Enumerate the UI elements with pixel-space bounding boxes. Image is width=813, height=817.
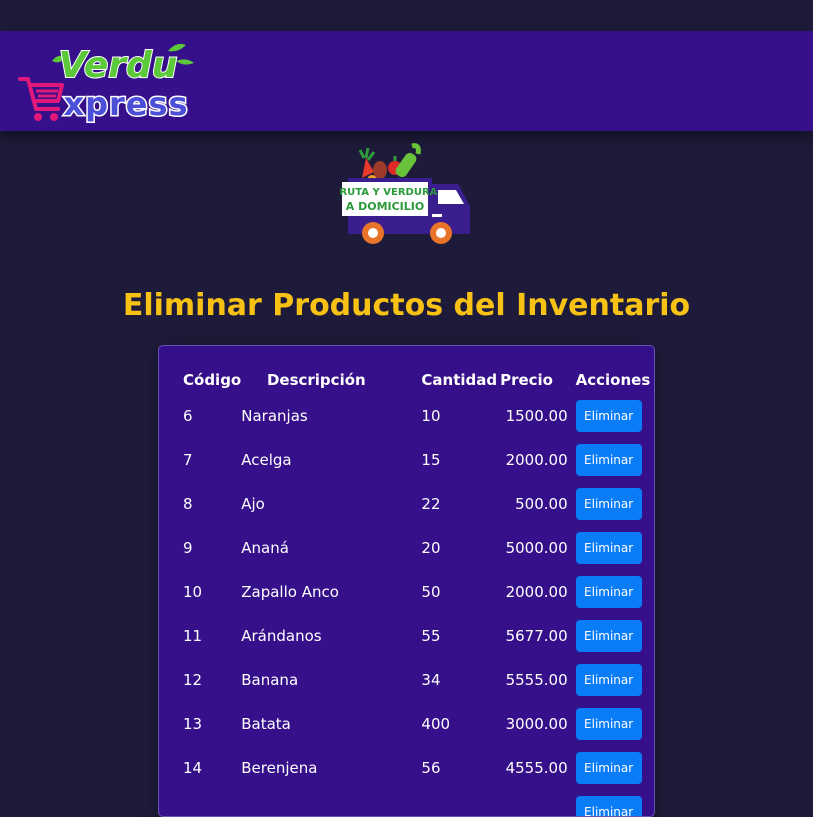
- cell-description: Naranjas: [241, 407, 308, 425]
- cell-price: 500.00: [515, 495, 568, 513]
- cell-code: 8: [183, 495, 193, 513]
- cell-actions: Eliminar: [575, 790, 654, 816]
- cell-description: Ajo: [241, 495, 265, 513]
- delete-button[interactable]: Eliminar: [575, 400, 642, 432]
- cell-price: 2000.00: [505, 451, 568, 469]
- cell-code: 9: [183, 539, 193, 557]
- top-strip: [0, 0, 813, 31]
- page-title: Eliminar Productos del Inventario: [122, 288, 691, 323]
- cell-actions: Eliminar: [575, 394, 654, 438]
- site-header: Verdu xpress: [0, 31, 813, 131]
- cell-actions: Eliminar: [575, 438, 654, 482]
- table-header-row: Código Descripción Cantidad Precio Accio…: [179, 366, 654, 394]
- svg-text:A DOMICILIO: A DOMICILIO: [346, 200, 424, 213]
- cell-description: Banana: [241, 671, 299, 689]
- cell-actions: Eliminar: [575, 658, 654, 702]
- cell-description: Berenjena: [241, 759, 318, 777]
- cell-quantity: [421, 790, 500, 816]
- cell-description: [241, 790, 421, 816]
- delivery-truck-image: FRUTA Y VERDURA A DOMICILIO: [340, 143, 470, 244]
- cell-price: 4555.00: [505, 759, 568, 777]
- table-row: 9 Ananá 20 5000.00 Eliminar: [179, 526, 654, 570]
- table-row: 14 Berenjena 56 4555.00 Eliminar: [179, 746, 654, 790]
- table-row: 13 Batata 400 3000.00 Eliminar: [179, 702, 654, 746]
- cell-quantity: 34: [421, 671, 441, 689]
- table-row: 8 Ajo 22 500.00 Eliminar: [179, 482, 654, 526]
- svg-text:FRUTA Y VERDURA: FRUTA Y VERDURA: [340, 187, 438, 198]
- cell-description: Ananá: [241, 539, 289, 557]
- cell-code: 14: [183, 759, 203, 777]
- delete-button[interactable]: Eliminar: [575, 444, 642, 476]
- delete-button[interactable]: Eliminar: [575, 576, 642, 608]
- header-actions: Acciones: [575, 371, 651, 389]
- inventory-card: Código Descripción Cantidad Precio Accio…: [158, 345, 655, 817]
- cell-quantity: 56: [421, 759, 441, 777]
- header-price: Precio: [500, 371, 553, 389]
- cell-quantity: 20: [421, 539, 441, 557]
- cell-quantity: 400: [421, 715, 451, 733]
- svg-text:Verdu: Verdu: [59, 45, 178, 86]
- table-row: Eliminar: [179, 790, 654, 816]
- cell-actions: Eliminar: [575, 702, 654, 746]
- cell-code: 10: [183, 583, 203, 601]
- cell-code: 7: [183, 451, 193, 469]
- table-row: 7 Acelga 15 2000.00 Eliminar: [179, 438, 654, 482]
- table-row: 6 Naranjas 10 1500.00 Eliminar: [179, 394, 654, 438]
- cell-price: 5677.00: [505, 627, 568, 645]
- svg-text:xpress: xpress: [63, 85, 188, 123]
- cell-description: Zapallo Anco: [241, 583, 339, 601]
- table-row: 10 Zapallo Anco 50 2000.00 Eliminar: [179, 570, 654, 614]
- delete-button[interactable]: Eliminar: [575, 708, 642, 740]
- cell-quantity: 10: [421, 407, 441, 425]
- cell-price: 5000.00: [505, 539, 568, 557]
- header-description: Descripción: [266, 371, 366, 389]
- cell-code: 6: [183, 407, 193, 425]
- cell-quantity: 15: [421, 451, 441, 469]
- cell-quantity: 55: [421, 627, 441, 645]
- cell-actions: Eliminar: [575, 614, 654, 658]
- delete-button[interactable]: Eliminar: [575, 752, 642, 784]
- verduexpress-logo[interactable]: Verdu xpress: [18, 39, 200, 123]
- cell-actions: Eliminar: [575, 570, 654, 614]
- delete-button[interactable]: Eliminar: [575, 620, 642, 652]
- cell-quantity: 22: [421, 495, 441, 513]
- cell-price: 1500.00: [505, 407, 568, 425]
- table-row: 12 Banana 34 5555.00 Eliminar: [179, 658, 654, 702]
- cell-description: Batata: [241, 715, 291, 733]
- cell-price: 3000.00: [505, 715, 568, 733]
- cell-actions: Eliminar: [575, 746, 654, 790]
- cell-actions: Eliminar: [575, 482, 654, 526]
- cell-code: 11: [183, 627, 203, 645]
- inventory-table: Código Descripción Cantidad Precio Accio…: [179, 366, 654, 816]
- delete-button[interactable]: Eliminar: [575, 664, 642, 696]
- cell-price: 5555.00: [505, 671, 568, 689]
- cell-price: [500, 790, 576, 816]
- cell-description: Arándanos: [241, 627, 322, 645]
- shopping-cart-icon: [18, 77, 64, 121]
- cell-code: 12: [183, 671, 203, 689]
- cell-code: [179, 790, 241, 816]
- delete-button[interactable]: Eliminar: [575, 532, 642, 564]
- header-quantity: Cantidad: [421, 371, 498, 389]
- cell-quantity: 50: [421, 583, 441, 601]
- table-row: 11 Arándanos 55 5677.00 Eliminar: [179, 614, 654, 658]
- cell-code: 13: [183, 715, 203, 733]
- header-code: Código: [183, 371, 242, 389]
- delete-button[interactable]: Eliminar: [575, 796, 642, 816]
- delete-button[interactable]: Eliminar: [575, 488, 642, 520]
- cell-description: Acelga: [241, 451, 292, 469]
- cell-actions: Eliminar: [575, 526, 654, 570]
- cell-price: 2000.00: [505, 583, 568, 601]
